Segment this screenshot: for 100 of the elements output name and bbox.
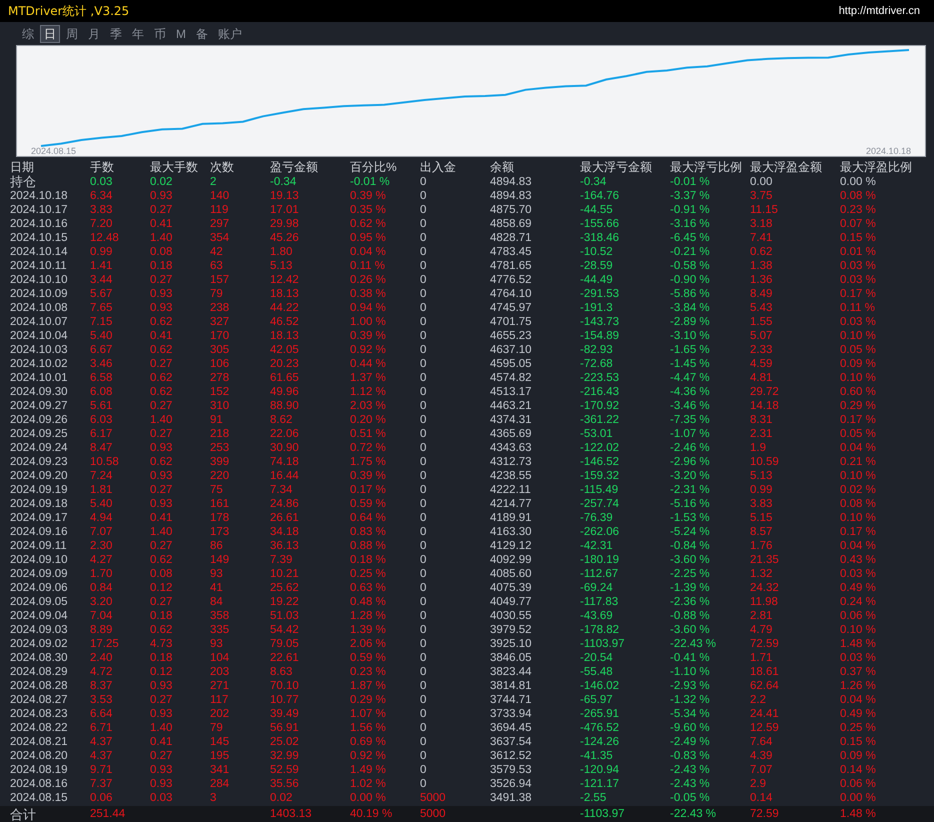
table-cell-text: 7.15	[90, 315, 114, 329]
table-cell-text: 0.92 %	[350, 749, 387, 763]
table-cell-text: 0	[420, 315, 428, 329]
table-cell-text: 5.07	[750, 329, 774, 343]
table-cell-text: 0.17 %	[840, 287, 877, 301]
table-cell-text: 4894.83	[490, 175, 533, 189]
table-cell-text: -72.68	[580, 357, 614, 371]
table-cell-text: 327	[210, 315, 230, 329]
table-cell-text: 24.32	[750, 581, 780, 595]
table-cell-text: -0.34	[270, 175, 298, 189]
table-cell-text: 0	[420, 385, 428, 399]
table-cell-text: 11.98	[750, 595, 779, 609]
tab[interactable]: 综	[18, 24, 38, 42]
table-cell-text: 0.48 %	[350, 595, 387, 609]
tab[interactable]: M	[172, 24, 190, 42]
table-cell-text: -42.31	[580, 539, 614, 553]
table-cell-text: 11.15	[750, 203, 779, 217]
tab[interactable]: 季	[106, 24, 126, 42]
table-cell-text: 3612.52	[490, 749, 533, 763]
table-cell-text: 0.39 %	[350, 469, 387, 483]
table-cell-text: 4781.65	[490, 259, 533, 273]
table-cell-text: 3814.81	[490, 679, 533, 693]
table-cell-text: 0.18	[150, 651, 174, 665]
table-cell-text: 0.10 %	[840, 623, 877, 637]
table-cell-text: 4655.23	[490, 329, 533, 343]
table-cell-text: 7.39	[270, 553, 294, 567]
table-cell-text: 0.18	[150, 609, 174, 623]
row-label: 2024.09.19	[10, 483, 69, 497]
table-cell-text: 161	[210, 497, 230, 511]
table-cell-text: -44.55	[580, 203, 614, 217]
table-cell-text: 1.39 %	[350, 623, 387, 637]
table-cell-text: 0.04 %	[350, 245, 387, 259]
table-cell-text: 4238.55	[490, 469, 533, 483]
table-cell-text: 0.39 %	[350, 329, 387, 343]
row-label: 2024.08.27	[10, 693, 69, 707]
table-cell-text: 4.39	[750, 749, 774, 763]
table-cell-text: 0.92 %	[350, 343, 387, 357]
table-cell-text: 0	[420, 427, 428, 441]
table-cell-text: 4163.30	[490, 525, 533, 539]
table-cell-text: -2.49 %	[670, 735, 711, 749]
table-cell-text: -1.45 %	[670, 357, 711, 371]
table-cell-text: 0.26 %	[350, 273, 387, 287]
table-cell-text: 5.13	[750, 469, 774, 483]
table-cell-text: 0	[420, 637, 428, 651]
table-cell-text: 0.93	[150, 469, 174, 483]
table-cell-text: -191.3	[580, 301, 614, 315]
table-cell-text: 79.05	[270, 637, 300, 651]
table-cell-text: -28.59	[580, 259, 614, 273]
table-cell-text: -154.89	[580, 329, 620, 343]
table-cell-text: 0	[420, 707, 428, 721]
table-cell-text: 1.75 %	[350, 455, 387, 469]
url-link[interactable]: http://mtdriver.cn	[838, 2, 926, 20]
table-cell-text: -82.93	[580, 343, 614, 357]
tab[interactable]: 备	[192, 24, 212, 42]
table-cell-text: -223.53	[580, 371, 620, 385]
table-cell-text: -0.83 %	[670, 749, 711, 763]
table-cell-text: 0.51 %	[350, 427, 387, 441]
row-label: 2024.09.11	[10, 539, 68, 553]
table-cell-text: 0.25 %	[350, 567, 387, 581]
table-cell-text: 4.94	[90, 511, 114, 525]
table-cell-text: 17.25	[90, 637, 120, 651]
table-cell-text: 0.93	[150, 763, 174, 777]
table-cell-text: -0.41 %	[670, 651, 711, 665]
table-cell-text: 24.86	[270, 497, 300, 511]
table-cell-text: 1.87 %	[350, 679, 387, 693]
table-cell-text: 0.03 %	[840, 315, 877, 329]
table-cell-text: -122.02	[580, 441, 620, 455]
table-cell-text: 54.42	[270, 623, 300, 637]
table-cell-text: 3579.53	[490, 763, 533, 777]
table-cell-text: 79	[210, 287, 224, 301]
tab[interactable]: 月	[84, 24, 104, 42]
table-cell-text: 0	[420, 483, 428, 497]
table-cell-text: 0.10 %	[840, 469, 877, 483]
table-cell-text: -0.90 %	[670, 273, 711, 287]
table-cell-text: 93	[210, 567, 224, 581]
tab[interactable]: 账户	[214, 24, 246, 42]
row-label: 2024.09.17	[10, 511, 69, 525]
table-cell-text: -1.32 %	[670, 693, 711, 707]
row-label: 2024.09.25	[10, 427, 69, 441]
table-cell-text: 0.18 %	[350, 553, 387, 567]
table-cell-text: 1.81	[90, 483, 114, 497]
tab[interactable]: 币	[150, 24, 170, 42]
table-cell-text: 149	[210, 553, 230, 567]
column-header: 最大浮亏比例	[670, 160, 743, 175]
table-cell-text: 0	[420, 623, 428, 637]
table-cell-text: 4637.10	[490, 343, 533, 357]
table-cell-text: -5.86 %	[670, 287, 711, 301]
table-cell-text: 4214.77	[490, 497, 533, 511]
table-cell-text: 253	[210, 441, 230, 455]
tab[interactable]: 日	[40, 24, 60, 42]
table-cell-text: 399	[210, 455, 230, 469]
tab[interactable]: 周	[62, 24, 82, 42]
column-header: 出入金	[420, 160, 457, 175]
row-label: 2024.09.30	[10, 385, 69, 399]
table-cell-text: 3637.54	[490, 735, 533, 749]
table-cell-text: 5.40	[90, 497, 114, 511]
table-cell-text: -0.91 %	[670, 203, 711, 217]
table-cell-text: 0	[420, 469, 428, 483]
row-label: 2024.10.10	[10, 273, 69, 287]
tab[interactable]: 年	[128, 24, 148, 42]
